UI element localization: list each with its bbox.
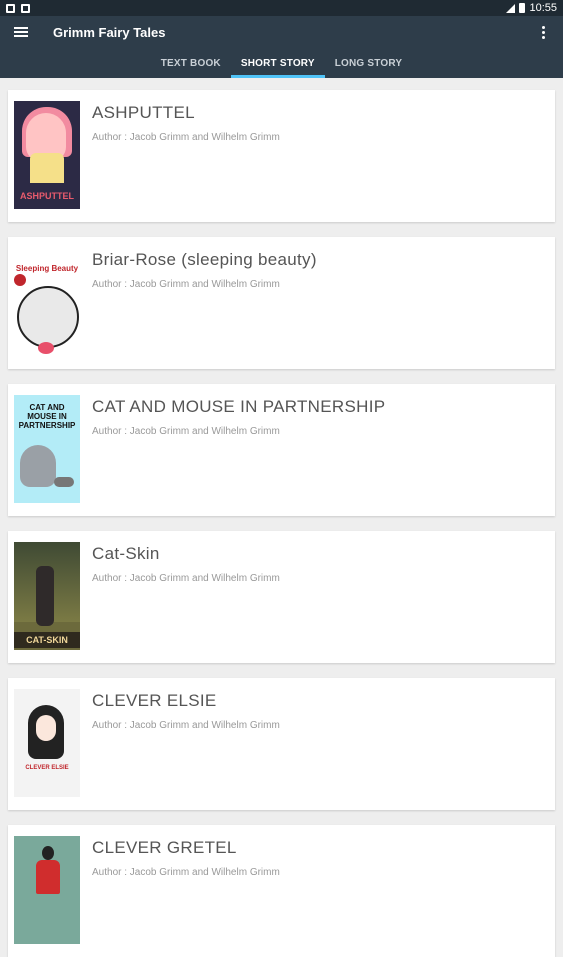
story-card-cat-and-mouse[interactable]: CAT AND MOUSE IN PARTNERSHIP CAT AND MOU… (8, 384, 555, 516)
status-time: 10:55 (529, 2, 557, 14)
story-card-briar-rose[interactable]: Sleeping Beauty Briar-Rose (sleeping bea… (8, 237, 555, 369)
story-title: CLEVER ELSIE (92, 691, 217, 710)
story-cover-image: CLEVER ELSIE (14, 689, 80, 797)
cover-text: CAT-SKIN (14, 632, 80, 648)
signal-icon (506, 3, 516, 13)
story-title: Briar-Rose (sleeping beauty) (92, 250, 317, 269)
cover-text: ASHPUTTEL (20, 191, 74, 201)
story-author: Author : Jacob Grimm and Wilhelm Grimm (92, 426, 280, 437)
story-card-cat-skin[interactable]: CAT-SKIN Cat-Skin Author : Jacob Grimm a… (8, 531, 555, 663)
story-cover-image: Sleeping Beauty (14, 248, 80, 356)
notification-icon (21, 3, 30, 13)
tab-long-story[interactable]: LONG STORY (325, 58, 413, 78)
story-card-clever-gretel[interactable]: CLEVER GRETEL Author : Jacob Grimm and W… (8, 825, 555, 957)
status-notifications (6, 3, 30, 13)
tab-short-story[interactable]: SHORT STORY (230, 58, 325, 78)
tab-bar: TEXT BOOK SHORT STORY LONG STORY (0, 48, 563, 78)
app-bar: Grimm Fairy Tales TEXT BOOK SHORT STORY … (0, 16, 563, 78)
status-bar: 10:55 (0, 0, 563, 16)
story-card-clever-elsie[interactable]: CLEVER ELSIE CLEVER ELSIE Author : Jacob… (8, 678, 555, 810)
story-card-ashputtel[interactable]: ASHPUTTEL ASHPUTTEL Author : Jacob Grimm… (8, 90, 555, 222)
cover-text: CLEVER ELSIE (25, 765, 69, 771)
story-title: CLEVER GRETEL (92, 838, 237, 857)
story-author: Author : Jacob Grimm and Wilhelm Grimm (92, 573, 280, 584)
story-title: ASHPUTTEL (92, 103, 195, 122)
story-cover-image (14, 836, 80, 944)
toolbar: Grimm Fairy Tales (0, 16, 563, 48)
tab-text-book[interactable]: TEXT BOOK (151, 58, 231, 78)
more-options-icon[interactable] (538, 24, 549, 41)
story-title: Cat-Skin (92, 544, 160, 563)
story-cover-image: ASHPUTTEL (14, 101, 80, 209)
story-list: ASHPUTTEL ASHPUTTEL Author : Jacob Grimm… (0, 78, 563, 957)
story-author: Author : Jacob Grimm and Wilhelm Grimm (92, 867, 280, 878)
story-author: Author : Jacob Grimm and Wilhelm Grimm (92, 132, 280, 143)
cover-text: CAT AND MOUSE IN PARTNERSHIP (18, 403, 76, 430)
battery-icon (519, 3, 526, 13)
story-author: Author : Jacob Grimm and Wilhelm Grimm (92, 279, 280, 290)
story-author: Author : Jacob Grimm and Wilhelm Grimm (92, 720, 280, 731)
story-title: CAT AND MOUSE IN PARTNERSHIP (92, 397, 386, 416)
hamburger-menu-icon[interactable] (14, 27, 28, 37)
story-cover-image: CAT AND MOUSE IN PARTNERSHIP (14, 395, 80, 503)
app-title: Grimm Fairy Tales (53, 24, 166, 40)
story-cover-image: CAT-SKIN (14, 542, 80, 650)
cover-text: Sleeping Beauty (15, 264, 79, 273)
notification-icon (6, 3, 15, 13)
status-indicators: 10:55 (506, 2, 557, 14)
